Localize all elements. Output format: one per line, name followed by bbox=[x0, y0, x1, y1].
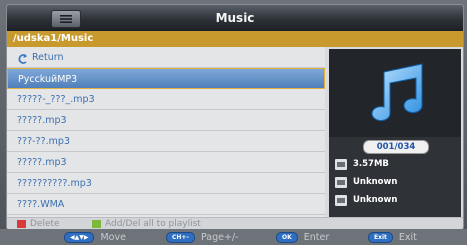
exit-label: Exit bbox=[398, 231, 417, 243]
album-icon bbox=[335, 194, 347, 206]
file-name: ?????.mp3 bbox=[17, 157, 67, 168]
artist-icon bbox=[335, 176, 347, 188]
file-name: ?????-_???_.mp3 bbox=[17, 94, 95, 105]
window-title: Music bbox=[215, 11, 255, 25]
return-label: Return bbox=[32, 51, 64, 63]
artist-info: Unknown bbox=[335, 175, 455, 189]
music-note-icon bbox=[329, 49, 461, 137]
artist-value: Unknown bbox=[353, 177, 398, 187]
exit-key-icon: Exit bbox=[368, 231, 393, 243]
file-list: Return PycckuйMP3 ?????-_???_.mp3 ?????.… bbox=[7, 47, 325, 217]
current-path: /udska1/Music bbox=[13, 33, 94, 44]
file-name: ???-??.mp3 bbox=[17, 136, 70, 147]
return-arrow-icon bbox=[17, 52, 28, 64]
file-item[interactable]: ?????.mp3 bbox=[7, 152, 325, 173]
file-size-info: 3.57MB bbox=[335, 157, 455, 171]
file-size-value: 3.57MB bbox=[353, 159, 389, 169]
file-item[interactable]: ????.WMA bbox=[7, 194, 325, 215]
key-legend-bar: ◀▲▼▶ Move CH+- Page+/- OK Enter Exit Exi… bbox=[0, 229, 467, 245]
file-name: ??????????.mp3 bbox=[17, 178, 92, 189]
file-item[interactable]: PycckuйMP3 bbox=[7, 68, 325, 89]
green-key-icon bbox=[92, 220, 101, 228]
move-key[interactable]: ◀▲▼▶ Move bbox=[64, 231, 126, 243]
album-value: Unknown bbox=[353, 195, 398, 205]
file-item[interactable]: ?????-_???_.mp3 bbox=[7, 89, 325, 110]
enter-label: Enter bbox=[303, 231, 330, 243]
album-info: Unknown bbox=[335, 193, 455, 207]
track-counter: 001/034 bbox=[363, 140, 429, 154]
file-size-icon bbox=[335, 158, 347, 170]
tv-screen: Music /udska1/Music Return PycckuйMP3 ??… bbox=[0, 0, 467, 245]
file-item[interactable]: ?????.mp3 bbox=[7, 110, 325, 131]
move-label: Move bbox=[100, 231, 126, 243]
title-bar: Music bbox=[7, 5, 463, 31]
preview-panel: 001/034 3.57MB Unknown Unknown bbox=[329, 49, 461, 217]
file-item[interactable]: ??????????.mp3 bbox=[7, 173, 325, 194]
file-name: ????.WMA bbox=[17, 199, 65, 210]
media-browser-window: Music /udska1/Music Return PycckuйMP3 ??… bbox=[6, 4, 464, 230]
arrow-keys-icon: ◀▲▼▶ bbox=[64, 231, 95, 243]
page-key[interactable]: CH+- Page+/- bbox=[166, 231, 239, 243]
enter-key[interactable]: OK Enter bbox=[276, 231, 330, 243]
file-name: ?????.mp3 bbox=[17, 115, 67, 126]
page-label: Page+/- bbox=[200, 231, 239, 243]
red-key-icon bbox=[17, 220, 26, 228]
file-item[interactable]: ???-??.mp3 bbox=[7, 131, 325, 152]
ok-key-icon: OK bbox=[276, 231, 298, 243]
channel-key-icon: CH+- bbox=[166, 231, 195, 243]
return-row[interactable]: Return bbox=[7, 47, 325, 68]
breadcrumb: /udska1/Music bbox=[7, 31, 463, 47]
exit-key[interactable]: Exit Exit bbox=[368, 231, 417, 243]
file-name: PycckuйMP3 bbox=[18, 74, 78, 85]
